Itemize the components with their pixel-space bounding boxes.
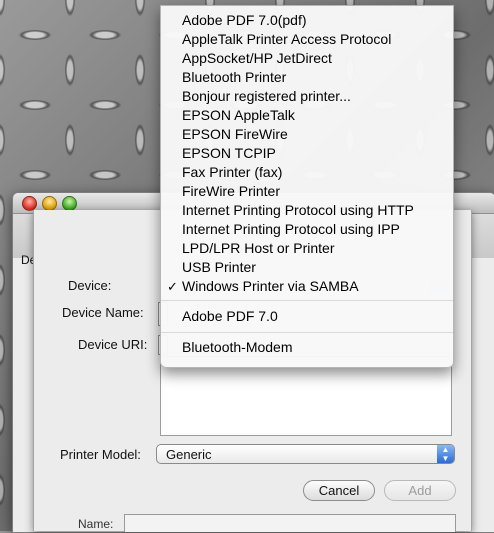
menu-item-appsocket[interactable]: AppSocket/HP JetDirect — [161, 49, 453, 68]
device-label: Device: — [68, 278, 112, 293]
menu-item-windows-samba[interactable]: ✓ Windows Printer via SAMBA — [161, 277, 453, 296]
menu-separator — [161, 300, 453, 301]
menu-item-adobe-pdf-70[interactable]: Adobe PDF 7.0 — [161, 307, 453, 326]
close-window-button[interactable] — [22, 196, 37, 211]
minimize-window-button[interactable] — [42, 196, 57, 211]
menu-item-epson-appletalk[interactable]: EPSON AppleTalk — [161, 106, 453, 125]
menu-item-usb-printer[interactable]: USB Printer — [161, 258, 453, 277]
menu-item-ipp-ipp[interactable]: Internet Printing Protocol using IPP — [161, 220, 453, 239]
menu-item-lpd-lpr[interactable]: LPD/LPR Host or Printer — [161, 239, 453, 258]
menu-item-epson-firewire[interactable]: EPSON FireWire — [161, 125, 453, 144]
printer-model-popup[interactable]: Generic ▲ ▼ — [156, 444, 455, 464]
menu-item-bluetooth-modem[interactable]: Bluetooth-Modem — [161, 338, 453, 357]
name-field[interactable] — [124, 514, 456, 532]
device-name-label: Device Name: — [62, 305, 144, 320]
menu-item-ipp-http[interactable]: Internet Printing Protocol using HTTP — [161, 201, 453, 220]
device-type-menu: Adobe PDF 7.0(pdf) AppleTalk Printer Acc… — [160, 5, 454, 368]
menu-item-fax-printer[interactable]: Fax Printer (fax) — [161, 163, 453, 182]
cancel-button[interactable]: Cancel — [303, 480, 375, 501]
menu-item-appletalk[interactable]: AppleTalk Printer Access Protocol — [161, 30, 453, 49]
menu-item-firewire-printer[interactable]: FireWire Printer — [161, 182, 453, 201]
checkmark-icon: ✓ — [167, 279, 178, 294]
menu-item-bluetooth-printer[interactable]: Bluetooth Printer — [161, 68, 453, 87]
name-label: Name: — [78, 517, 114, 531]
device-uri-area[interactable] — [160, 356, 452, 436]
printer-model-value: Generic — [166, 447, 212, 462]
menu-separator — [161, 332, 453, 333]
updown-arrows-icon: ▲ ▼ — [437, 445, 454, 463]
device-uri-label: Device URI: — [78, 337, 148, 352]
add-button[interactable]: Add — [384, 480, 456, 501]
menu-item-adobe-pdf-70-pdf[interactable]: Adobe PDF 7.0(pdf) — [161, 11, 453, 30]
menu-item-bonjour[interactable]: Bonjour registered printer... — [161, 87, 453, 106]
menu-item-epson-tcpip[interactable]: EPSON TCPIP — [161, 144, 453, 163]
printer-model-label: Printer Model: — [60, 447, 141, 462]
zoom-window-button[interactable] — [62, 196, 77, 211]
